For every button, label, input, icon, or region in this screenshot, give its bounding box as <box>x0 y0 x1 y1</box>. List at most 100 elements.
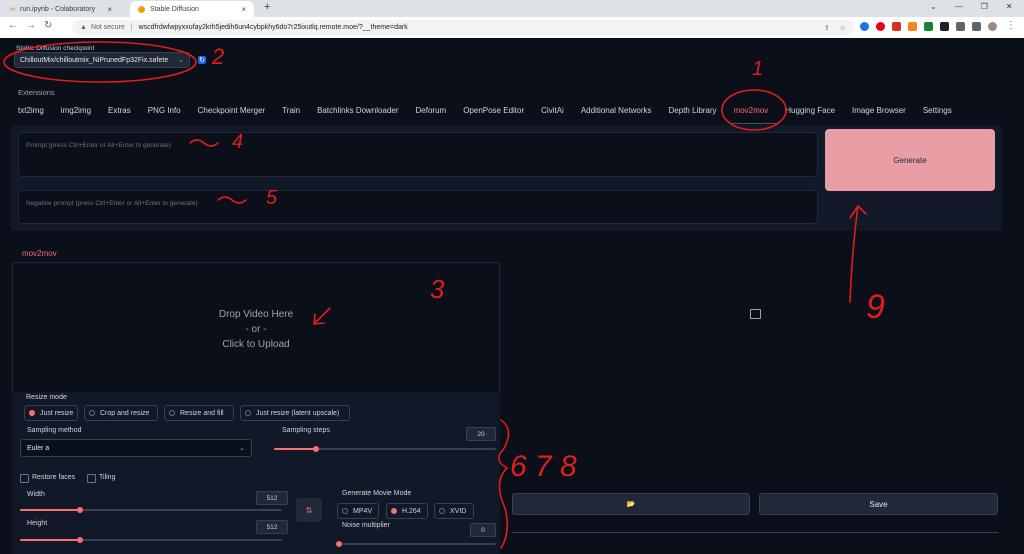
restore-icon[interactable]: ❐ <box>981 2 988 11</box>
tab-train[interactable]: Train <box>282 106 300 120</box>
extension-icon[interactable] <box>892 22 901 31</box>
avatar[interactable] <box>988 22 997 31</box>
radio-dot <box>169 410 175 416</box>
folder-icon: 📂 <box>626 501 636 508</box>
save-button[interactable]: Save <box>759 493 998 515</box>
height-number[interactable]: 512 <box>256 520 288 534</box>
movie-mode-label: Generate Movie Mode <box>342 490 412 497</box>
radio-dot <box>439 508 445 514</box>
tab-mov2mov[interactable]: mov2mov <box>734 106 769 120</box>
noise-multiplier-label: Noise multiplier <box>342 522 390 529</box>
radio-label: Crop and resize <box>100 409 150 417</box>
radio-just-resize[interactable]: Just resize <box>24 405 78 421</box>
resize-mode-label: Resize mode <box>26 394 67 401</box>
reload-icon[interactable]: ↻ <box>44 20 52 31</box>
swap-dimensions-button[interactable]: ⇅ <box>296 498 322 522</box>
radio-dot <box>342 508 348 514</box>
address-bar[interactable]: ▲ Not secure | wscdfrdwlwpyxxufay2krh5je… <box>72 20 854 35</box>
radio-xvid[interactable]: XVID <box>434 503 474 519</box>
radio-label: Just resize <box>40 409 74 417</box>
tab-extras[interactable]: Extras <box>108 106 131 120</box>
radio-dot <box>29 410 35 416</box>
height-slider[interactable] <box>20 537 282 543</box>
sampling-steps-slider[interactable] <box>274 446 496 452</box>
radio-just-resize-latent[interactable]: Just resize (latent upscale) <box>240 405 350 421</box>
sampling-steps-fill <box>274 448 317 450</box>
tab-png-info[interactable]: PNG Info <box>148 106 181 120</box>
share-icon[interactable]: ⇪ <box>824 24 830 32</box>
pinterest-icon[interactable] <box>876 22 885 31</box>
tab-civitai[interactable]: CivitAi <box>541 106 564 120</box>
tiling-checkbox[interactable] <box>87 474 96 483</box>
open-folder-button[interactable]: 📂 <box>512 493 750 515</box>
forward-icon[interactable]: → <box>26 20 36 31</box>
minimize-icon[interactable]: — <box>955 2 963 11</box>
radio-label: Resize and fill <box>180 409 224 417</box>
tab-txt2img[interactable]: txt2img <box>18 106 44 120</box>
width-slider[interactable] <box>20 507 282 513</box>
tab-depth-library[interactable]: Depth Library <box>669 106 717 120</box>
prompt-input[interactable]: Prompt (press Ctrl+Enter or Alt+Enter to… <box>18 132 818 177</box>
tab-settings[interactable]: Settings <box>923 106 952 120</box>
tab-hugging-face[interactable]: Hugging Face <box>785 106 835 120</box>
sampling-steps-label: Sampling steps <box>282 427 330 434</box>
close-icon[interactable]: × <box>241 5 246 14</box>
star-icon[interactable]: ☆ <box>840 24 846 32</box>
chevron-down-icon: ⌄ <box>239 445 245 452</box>
width-number[interactable]: 512 <box>256 491 288 505</box>
extension-icon[interactable] <box>908 22 917 31</box>
drop-video-text: Drop Video Here <box>218 309 294 320</box>
back-icon[interactable]: ← <box>8 20 18 31</box>
radio-label: Just resize (latent upscale) <box>256 409 340 417</box>
extension-icon[interactable] <box>924 22 933 31</box>
width-handle[interactable] <box>77 507 84 513</box>
extensions-label: Extensions <box>18 88 55 97</box>
browser-tab-stable-diffusion[interactable]: Stable Diffusion × <box>130 1 254 17</box>
menu-icon[interactable]: ⋮ <box>1006 20 1016 31</box>
sd-favicon-icon <box>138 5 145 13</box>
tab-deforum[interactable]: Deforum <box>416 106 447 120</box>
noise-multiplier-slider[interactable] <box>336 541 496 547</box>
sampling-steps-number[interactable]: 20 <box>466 427 496 441</box>
side-panel-icon[interactable] <box>972 22 981 31</box>
radio-resize-and-fill[interactable]: Resize and fill <box>164 405 234 421</box>
radio-crop-and-resize[interactable]: Crop and resize <box>84 405 158 421</box>
close-window-icon[interactable]: ✕ <box>1006 2 1013 11</box>
tab-image-browser[interactable]: Image Browser <box>852 106 906 120</box>
reading-list-icon[interactable] <box>956 22 965 31</box>
height-fill <box>20 539 81 541</box>
height-handle[interactable] <box>77 537 84 543</box>
click-upload-text: Click to Upload <box>222 339 290 350</box>
refresh-checkpoint-icon[interactable]: ↻ <box>198 56 206 64</box>
window-controls: ⌄ — ❐ ✕ <box>930 2 1013 11</box>
browser-tab-colab[interactable]: ∞ run.ipynb - Colaboratory × <box>2 1 120 17</box>
tab-checkpoint-merger[interactable]: Checkpoint Merger <box>198 106 266 120</box>
divider <box>512 532 998 533</box>
checkpoint-dropdown[interactable]: ChilloutMix/chilloutmix_NiPrunedFp32Fix.… <box>14 52 190 68</box>
tab-search-icon[interactable]: ⌄ <box>930 2 937 11</box>
radio-h264[interactable]: H.264 <box>386 503 428 519</box>
radio-label: XVID <box>450 507 467 515</box>
generate-button[interactable]: Generate <box>825 129 995 191</box>
sampling-method-value: Euler a <box>27 444 50 452</box>
tab-openpose-editor[interactable]: OpenPose Editor <box>463 106 524 120</box>
not-secure-label: Not secure <box>90 24 125 31</box>
radio-mp4v[interactable]: MP4V <box>337 503 379 519</box>
tab-img2img[interactable]: img2img <box>61 106 91 120</box>
extension-icon[interactable] <box>860 22 869 31</box>
width-label: Width <box>27 491 45 498</box>
new-tab-button[interactable]: + <box>264 1 270 13</box>
radio-label: MP4V <box>353 507 373 515</box>
noise-multiplier-number[interactable]: 0 <box>470 523 496 537</box>
sampling-method-dropdown[interactable]: Euler a ⌄ <box>20 439 252 457</box>
extensions-puzzle-icon[interactable] <box>940 22 949 31</box>
noise-multiplier-handle[interactable] <box>336 541 342 547</box>
restore-faces-checkbox[interactable] <box>20 474 29 483</box>
sampling-steps-handle[interactable] <box>313 446 320 452</box>
close-icon[interactable]: × <box>107 5 112 14</box>
negative-prompt-input[interactable]: Negative prompt (press Ctrl+Enter or Alt… <box>18 190 818 224</box>
tab-additional-networks[interactable]: Additional Networks <box>581 106 652 120</box>
tab-batchlinks-downloader[interactable]: Batchlinks Downloader <box>317 106 398 120</box>
drop-or-text: - or - <box>245 324 267 335</box>
radio-label: H.264 <box>402 507 421 515</box>
